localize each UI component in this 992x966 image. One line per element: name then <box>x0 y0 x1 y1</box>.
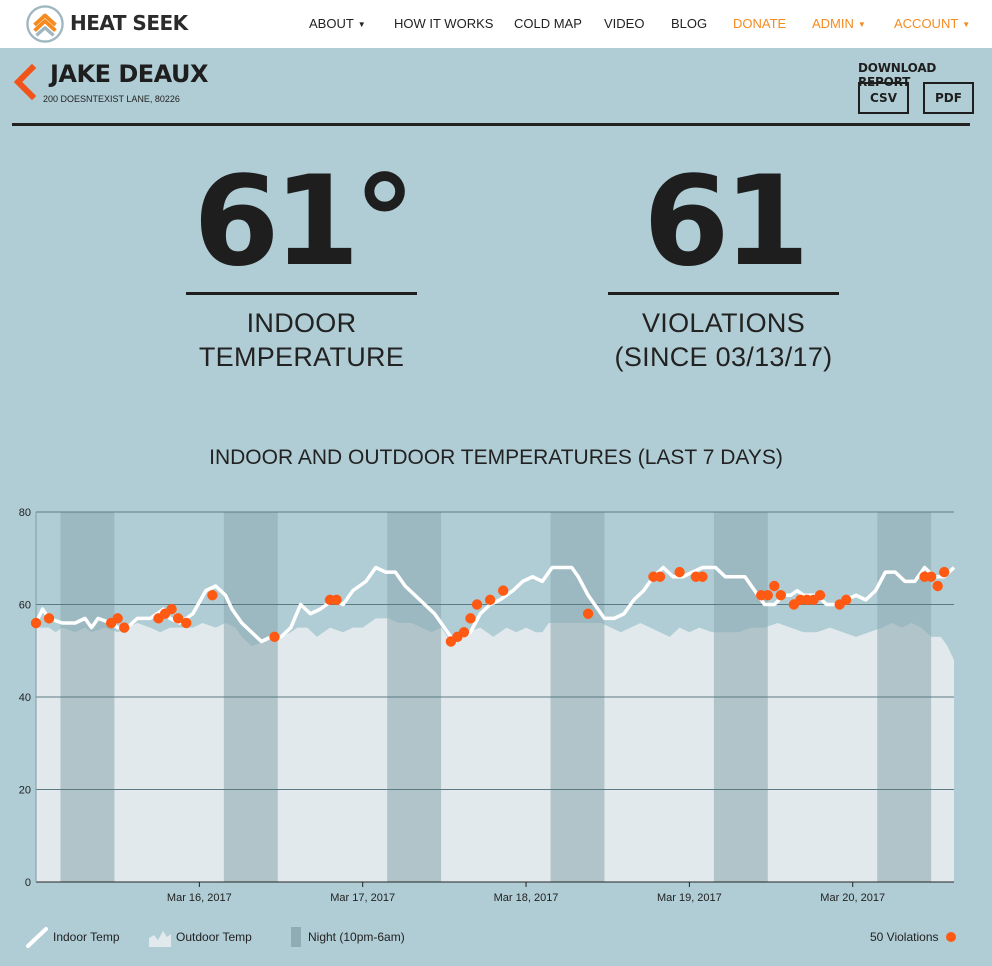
y-tick-label: 80 <box>19 507 31 519</box>
violation-dot <box>762 590 773 601</box>
top-navbar: HEAT SEEK ABOUT ▼ HOW IT WORKS COLD MAP V… <box>0 0 992 48</box>
violation-dot <box>697 571 708 582</box>
legend-indoor: Indoor Temp <box>26 926 120 948</box>
violation-dot <box>497 585 509 596</box>
violation-dot <box>654 571 666 582</box>
x-tick-label: Mar 17, 2017 <box>330 892 395 904</box>
download-csv-button[interactable]: CSV <box>858 82 909 114</box>
nav-account-label: ACCOUNT <box>894 16 959 31</box>
nav-about[interactable]: ABOUT ▼ <box>309 16 366 31</box>
violation-dot <box>769 580 780 592</box>
y-tick-label: 60 <box>19 600 31 612</box>
x-tick-label: Mar 16, 2017 <box>167 892 232 904</box>
x-tick-label: Mar 19, 2017 <box>657 892 722 904</box>
y-tick-label: 40 <box>19 692 31 704</box>
indoor-temperature-value: 61° <box>193 150 416 294</box>
nav-cold-map[interactable]: COLD MAP <box>514 16 582 31</box>
nav-how-it-works[interactable]: HOW IT WORKS <box>394 16 493 31</box>
caret-down-icon: ▼ <box>857 20 866 29</box>
caret-down-icon: ▼ <box>357 20 366 29</box>
y-tick-label: 20 <box>19 785 31 797</box>
violation-dot <box>938 566 950 578</box>
violation-dot <box>43 613 55 624</box>
header-divider <box>12 123 970 126</box>
violations-label-line2: (SINCE 03/13/17) <box>614 342 833 372</box>
violation-dot <box>674 566 685 578</box>
y-tick-label: 0 <box>25 877 31 889</box>
temperature-divider <box>186 292 417 295</box>
indoor-line-icon <box>26 927 48 948</box>
caret-down-icon: ▼ <box>962 20 971 29</box>
violation-dot <box>181 617 192 629</box>
violation-dot <box>331 594 342 606</box>
violation-dot <box>458 627 470 638</box>
nav-donate[interactable]: DONATE <box>733 16 786 31</box>
heat-seek-logo-icon[interactable] <box>26 5 64 43</box>
download-pdf-button[interactable]: PDF <box>923 82 974 114</box>
violation-dot <box>207 590 218 601</box>
violation-dot <box>775 590 787 601</box>
outdoor-area-icon <box>149 931 171 947</box>
x-tick-label: Mar 18, 2017 <box>494 892 559 904</box>
violation-dot-icon <box>945 932 956 942</box>
violation-dot <box>582 608 594 619</box>
violation-dot <box>465 613 476 624</box>
violations-label: VIOLATIONS (SINCE 03/13/17) <box>596 306 851 374</box>
nav-about-label: ABOUT <box>309 16 354 31</box>
violation-dot <box>814 590 826 601</box>
indoor-temperature-label-line2: TEMPERATURE <box>198 342 405 372</box>
violations-label-line1: VIOLATIONS <box>641 308 806 338</box>
violation-dot <box>166 603 177 615</box>
violation-dot <box>30 617 42 629</box>
nav-admin[interactable]: ADMIN ▼ <box>812 16 866 31</box>
back-chevron-icon[interactable] <box>12 64 38 100</box>
nav-blog[interactable]: BLOG <box>671 16 707 31</box>
legend-night-label: Night (10pm-6am) <box>308 930 405 944</box>
x-tick-label: Mar 20, 2017 <box>820 892 885 904</box>
legend-indoor-label: Indoor Temp <box>53 930 120 944</box>
violation-dot <box>925 571 937 582</box>
legend-violations-label: 50 Violations <box>870 930 939 944</box>
tenant-address: 200 DOESNTEXIST LANE, 80226 <box>43 94 180 104</box>
legend-violations: 50 Violations <box>870 926 959 948</box>
legend-outdoor: Outdoor Temp <box>148 926 252 948</box>
indoor-temperature-label: INDOOR TEMPERATURE <box>186 306 417 374</box>
legend-outdoor-label: Outdoor Temp <box>176 930 252 944</box>
nav-admin-label: ADMIN <box>812 16 854 31</box>
violation-dot <box>484 594 496 606</box>
nav-video[interactable]: VIDEO <box>604 16 644 31</box>
violation-dot <box>471 599 483 610</box>
legend-night: Night (10pm-6am) <box>290 926 405 948</box>
night-band-icon <box>291 927 301 947</box>
chart-title: INDOOR AND OUTDOOR TEMPERATURES (LAST 7 … <box>209 446 783 469</box>
violation-dot <box>112 613 123 624</box>
temperature-chart: 0 20 40 60 80 Mar 16, 2017 Mar 17, 2017 Mar 18,… <box>19 507 956 904</box>
tenant-name: JAKE DEAUX <box>50 60 209 88</box>
violation-dot <box>269 631 280 643</box>
nav-account[interactable]: ACCOUNT ▼ <box>894 16 970 31</box>
violations-divider <box>608 292 839 295</box>
indoor-temperature-label-line1: INDOOR <box>246 308 357 338</box>
violations-count-value: 61 <box>643 150 810 294</box>
violation-dot <box>840 594 852 606</box>
violation-dot <box>932 580 943 592</box>
violation-dot <box>119 622 130 633</box>
outdoor-temp-area <box>36 618 954 882</box>
brand-name[interactable]: HEAT SEEK <box>70 11 188 35</box>
